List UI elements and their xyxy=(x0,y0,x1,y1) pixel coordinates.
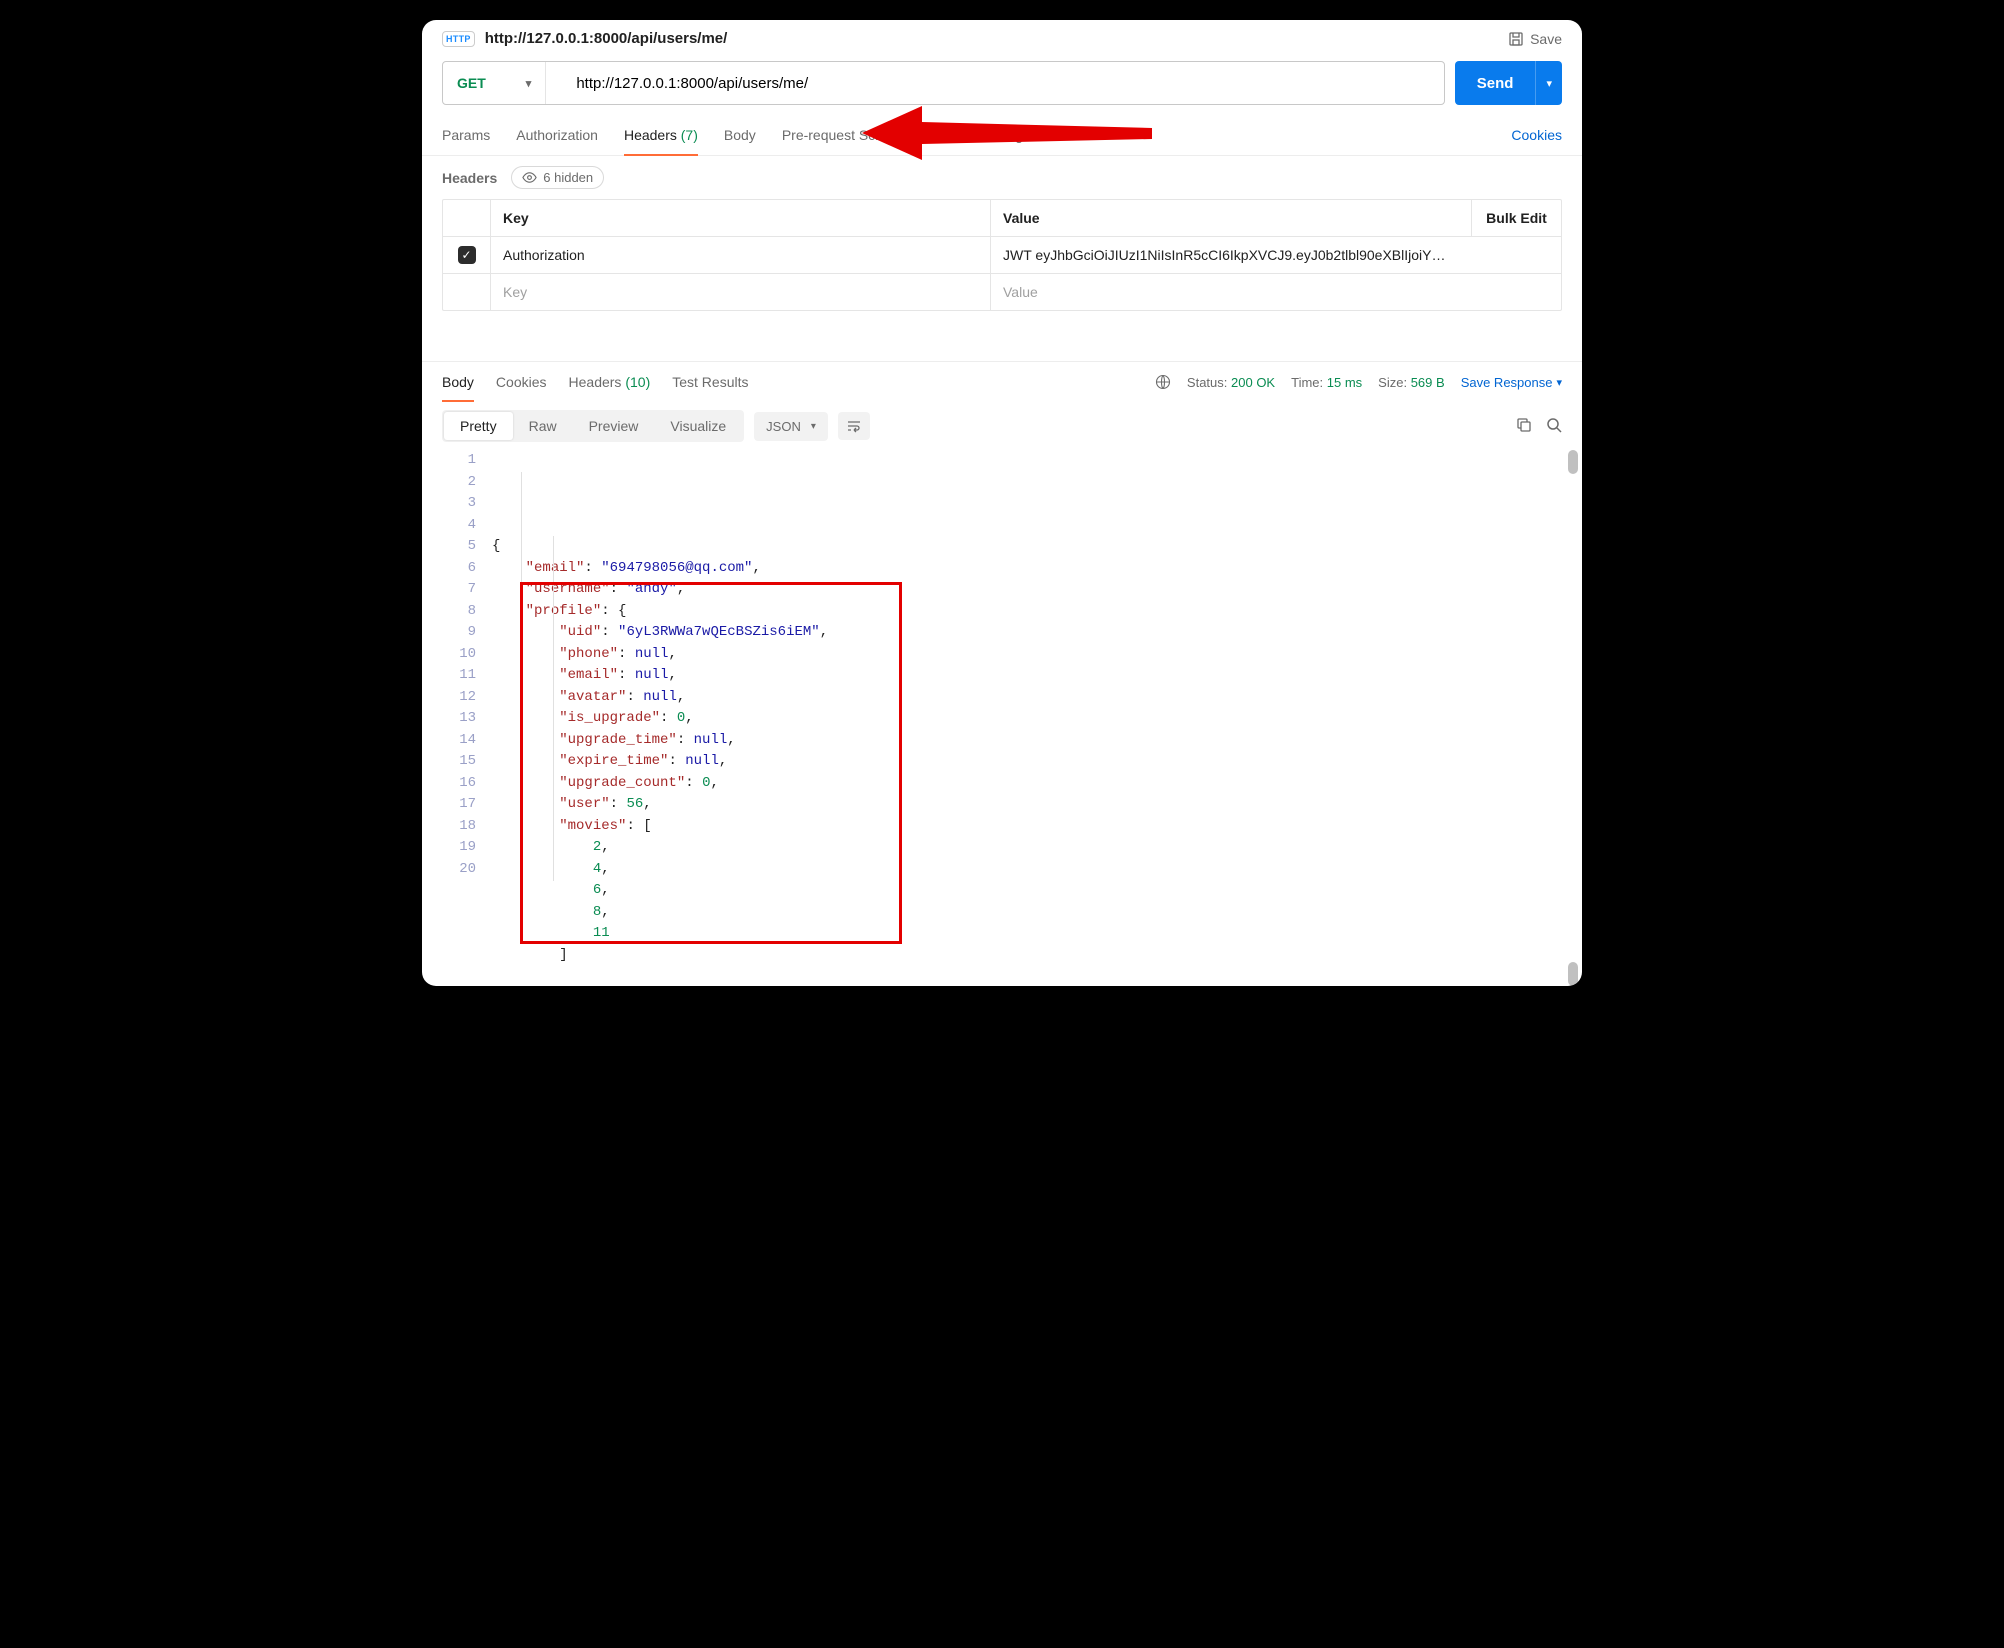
app-window: HTTP http://127.0.0.1:8000/api/users/me/… xyxy=(422,20,1582,986)
headers-bar: Headers 6 hidden xyxy=(422,156,1582,199)
tab-body[interactable]: Body xyxy=(724,119,756,155)
method-label: GET xyxy=(457,75,486,91)
size-label: Size: xyxy=(1378,375,1407,390)
chevron-down-icon: ▾ xyxy=(526,77,532,90)
hidden-label: 6 hidden xyxy=(543,170,593,185)
table-row: ✓ Authorization JWT eyJhbGciOiJIUzI1NiIs… xyxy=(443,237,1561,274)
status-value: 200 OK xyxy=(1231,375,1275,390)
eye-icon xyxy=(522,170,537,185)
save-response-button[interactable]: Save Response ▾ xyxy=(1461,375,1562,390)
titlebar: HTTP http://127.0.0.1:8000/api/users/me/… xyxy=(422,20,1582,57)
mode-raw[interactable]: Raw xyxy=(513,412,573,440)
response-bar: Body Cookies Headers (10) Test Results S… xyxy=(422,361,1582,402)
resp-tab-headers[interactable]: Headers (10) xyxy=(569,362,651,402)
view-bar: Pretty Raw Preview Visualize JSON ▾ xyxy=(422,402,1582,450)
response-body: 1234567891011121314151617181920 { "email… xyxy=(422,450,1582,986)
scrollbar[interactable] xyxy=(1568,450,1578,986)
header-key-cell[interactable]: Authorization xyxy=(491,237,991,273)
send-button[interactable]: Send xyxy=(1455,61,1536,105)
mode-visualize[interactable]: Visualize xyxy=(654,412,742,440)
size-value: 569 B xyxy=(1411,375,1445,390)
header-key-placeholder[interactable]: Key xyxy=(491,274,991,310)
line-numbers: 1234567891011121314151617181920 xyxy=(442,450,492,966)
resp-tab-body[interactable]: Body xyxy=(442,362,474,402)
resp-tab-test-results[interactable]: Test Results xyxy=(672,362,748,402)
tab-headers-count: (7) xyxy=(681,127,698,143)
header-checkbox[interactable]: ✓ xyxy=(458,246,476,264)
chevron-down-icon: ▾ xyxy=(811,421,816,432)
request-title: http://127.0.0.1:8000/api/users/me/ xyxy=(485,30,728,47)
time-value: 15 ms xyxy=(1327,375,1362,390)
request-row: GET ▾ Send ▾ xyxy=(422,57,1582,119)
request-tabs: Params Authorization Headers (7) Body Pr… xyxy=(422,119,1582,156)
time-label: Time: xyxy=(1291,375,1323,390)
table-row-empty: Key Value xyxy=(443,274,1561,310)
col-value: Value xyxy=(991,200,1471,236)
tab-settings[interactable]: Settings xyxy=(979,119,1030,155)
status-label: Status: xyxy=(1187,375,1227,390)
mode-pretty[interactable]: Pretty xyxy=(444,412,513,440)
wrap-button[interactable] xyxy=(838,412,870,440)
cookies-link[interactable]: Cookies xyxy=(1511,119,1562,155)
format-label: JSON xyxy=(766,419,801,434)
search-button[interactable] xyxy=(1546,417,1562,436)
col-key: Key xyxy=(491,200,991,236)
send-dropdown[interactable]: ▾ xyxy=(1535,61,1562,105)
url-input[interactable] xyxy=(546,62,1443,104)
http-icon: HTTP xyxy=(442,31,475,47)
save-label: Save xyxy=(1530,31,1562,47)
wrap-icon xyxy=(846,418,862,434)
mode-preview[interactable]: Preview xyxy=(573,412,655,440)
headers-label: Headers xyxy=(442,170,497,186)
json-code[interactable]: { "email": "694798056@qq.com", "username… xyxy=(492,450,1562,966)
chevron-down-icon: ▾ xyxy=(1556,376,1562,389)
table-header-row: Key Value Bulk Edit xyxy=(443,200,1561,237)
tab-headers-label: Headers xyxy=(624,127,677,143)
resp-tab-headers-count: (10) xyxy=(625,374,650,390)
resp-tab-headers-label: Headers xyxy=(569,374,622,390)
tab-params[interactable]: Params xyxy=(442,119,490,155)
headers-table: Key Value Bulk Edit ✓ Authorization JWT … xyxy=(422,199,1582,311)
tab-tests[interactable]: Tests xyxy=(921,119,954,155)
copy-icon xyxy=(1516,417,1532,433)
format-select[interactable]: JSON ▾ xyxy=(754,412,828,441)
tab-authorization[interactable]: Authorization xyxy=(516,119,598,155)
save-icon xyxy=(1508,31,1524,47)
bulk-edit-button[interactable]: Bulk Edit xyxy=(1471,200,1561,236)
copy-button[interactable] xyxy=(1516,417,1532,436)
tab-prerequest[interactable]: Pre-request Script xyxy=(782,119,895,155)
tab-headers[interactable]: Headers (7) xyxy=(624,119,698,155)
globe-icon[interactable] xyxy=(1155,374,1171,390)
search-icon xyxy=(1546,417,1562,433)
hidden-headers-toggle[interactable]: 6 hidden xyxy=(511,166,604,189)
header-value-placeholder[interactable]: Value xyxy=(991,274,1561,310)
header-value-cell[interactable]: JWT eyJhbGciOiJIUzI1NiIsInR5cCI6IkpXVCJ9… xyxy=(991,237,1561,273)
save-response-label: Save Response xyxy=(1461,375,1553,390)
method-select[interactable]: GET ▾ xyxy=(443,62,546,104)
save-button[interactable]: Save xyxy=(1508,31,1562,47)
resp-tab-cookies[interactable]: Cookies xyxy=(496,362,547,402)
